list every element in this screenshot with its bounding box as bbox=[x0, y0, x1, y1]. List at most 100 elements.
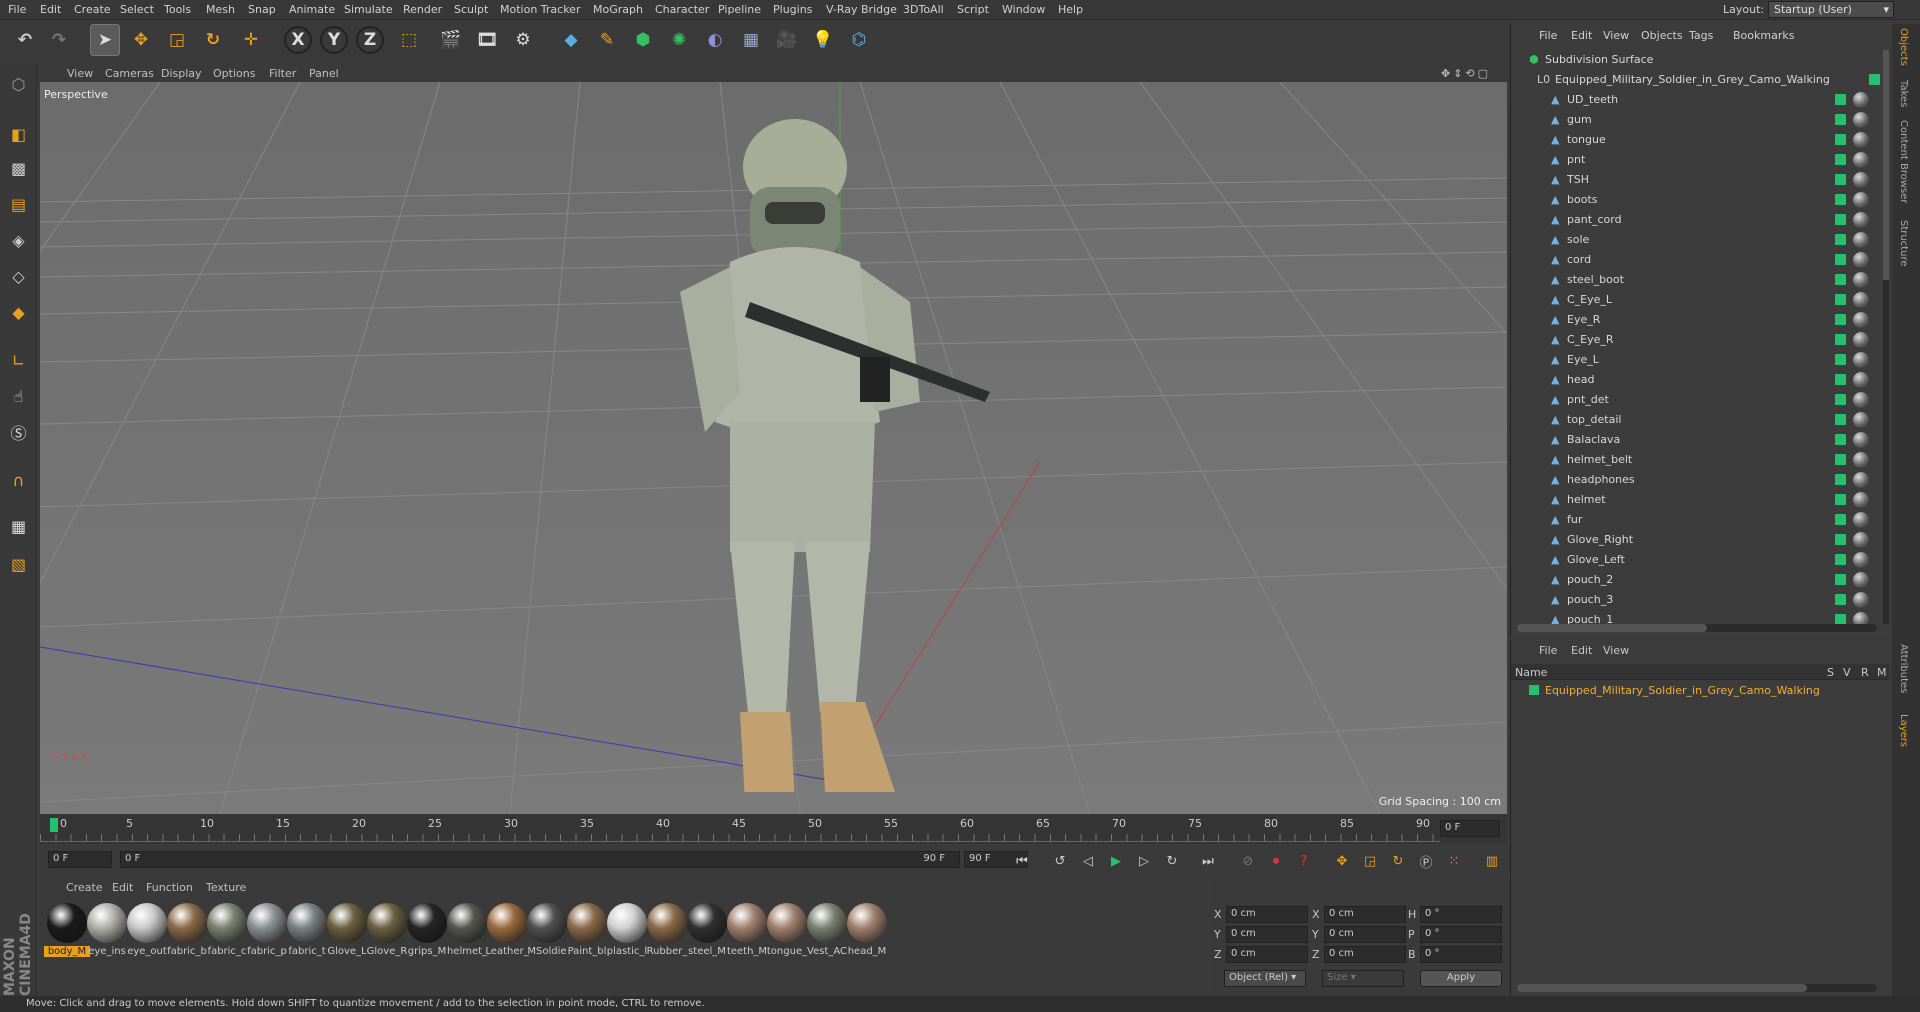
object-row[interactable]: ▲ C_Eye_L bbox=[1511, 290, 1876, 310]
object-row[interactable]: ▲ Glove_Right bbox=[1511, 530, 1876, 550]
object-row[interactable]: ▲ boots bbox=[1511, 190, 1876, 210]
material-menu-function[interactable]: Function bbox=[146, 881, 193, 894]
polygons-mode-icon[interactable]: ◆ bbox=[4, 298, 33, 326]
object-row[interactable]: ▲ pant_cord bbox=[1511, 210, 1876, 230]
points-mode-icon[interactable]: ◈ bbox=[4, 226, 33, 254]
key-param-icon[interactable]: Ⓟ bbox=[1414, 850, 1438, 872]
current-frame-field[interactable]: 0 F bbox=[1440, 820, 1500, 837]
keyframe-selection-icon[interactable]: ? bbox=[1292, 850, 1316, 872]
tab-content-browser[interactable]: Content Browser bbox=[1898, 120, 1909, 203]
obj-menu-tags[interactable]: Tags bbox=[1689, 29, 1713, 42]
material-tag-icon[interactable] bbox=[1853, 492, 1869, 508]
object-row[interactable]: ▲ head bbox=[1511, 370, 1876, 390]
layer-menu-view[interactable]: View bbox=[1603, 644, 1629, 657]
object-row-group[interactable]: L0 Equipped_Military_Soldier_in_Grey_Cam… bbox=[1511, 70, 1880, 90]
x-axis-icon[interactable]: X bbox=[284, 26, 312, 54]
layer-menu-edit[interactable]: Edit bbox=[1571, 644, 1592, 657]
viewport-perspective[interactable]: Perspective Grid Spacing : 100 cm ⊢ Y Z … bbox=[40, 82, 1507, 814]
material-menu-edit[interactable]: Edit bbox=[112, 881, 133, 894]
viewport-menu-filter[interactable]: Filter bbox=[269, 67, 296, 80]
deformer-icon[interactable]: ◐ bbox=[700, 24, 730, 56]
menu-script[interactable]: Script bbox=[957, 3, 989, 16]
snap-icon[interactable]: Ⓢ bbox=[4, 418, 33, 446]
render-picture-icon[interactable]: 🎞 bbox=[472, 24, 502, 56]
camera-icon[interactable]: 🎥 bbox=[772, 24, 802, 56]
menu-edit[interactable]: Edit bbox=[40, 3, 61, 16]
material-tag-icon[interactable] bbox=[1853, 512, 1869, 528]
material-tag-icon[interactable] bbox=[1853, 392, 1869, 408]
axis-mode-icon[interactable]: ∟ bbox=[4, 346, 33, 374]
visibility-dot[interactable] bbox=[1835, 214, 1846, 225]
layer-menu-file[interactable]: File bbox=[1539, 644, 1557, 657]
menu-character[interactable]: Character bbox=[655, 3, 709, 16]
object-row-root[interactable]: ⬢ Subdivision Surface bbox=[1511, 50, 1876, 70]
rot-p-field[interactable]: 0 ° bbox=[1420, 926, 1502, 943]
visibility-dot[interactable] bbox=[1835, 134, 1846, 145]
object-row[interactable]: ▲ Eye_L bbox=[1511, 350, 1876, 370]
object-row[interactable]: ▲ headphones bbox=[1511, 470, 1876, 490]
visibility-dot[interactable] bbox=[1835, 234, 1846, 245]
playhead-marker[interactable] bbox=[50, 818, 58, 832]
viewport-nav-icons[interactable]: ✥⇕⟲▢ bbox=[1441, 67, 1491, 80]
material-tag-icon[interactable] bbox=[1853, 372, 1869, 388]
object-scrollbar-h[interactable] bbox=[1517, 624, 1877, 632]
visibility-dot[interactable] bbox=[1835, 174, 1846, 185]
visibility-dot[interactable] bbox=[1835, 334, 1846, 345]
visibility-dot[interactable] bbox=[1835, 474, 1846, 485]
material-tag-icon[interactable] bbox=[1853, 232, 1869, 248]
visibility-dot[interactable] bbox=[1835, 594, 1846, 605]
render-settings-icon[interactable]: ⚙ bbox=[508, 24, 538, 56]
size-y-field[interactable]: 0 cm bbox=[1324, 926, 1406, 943]
viewport-menu-panel[interactable]: Panel bbox=[309, 67, 339, 80]
edges-mode-icon[interactable]: ◇ bbox=[4, 262, 33, 290]
material-tag-icon[interactable] bbox=[1853, 552, 1869, 568]
material-tag-icon[interactable] bbox=[1853, 92, 1869, 108]
menu-select[interactable]: Select bbox=[120, 3, 154, 16]
menu-simulate[interactable]: Simulate bbox=[344, 3, 393, 16]
object-row[interactable]: ▲ pouch_2 bbox=[1511, 570, 1876, 590]
autokey-icon[interactable]: ⏺ bbox=[1264, 850, 1288, 872]
size-x-field[interactable]: 0 cm bbox=[1324, 906, 1406, 923]
tab-takes[interactable]: Takes bbox=[1898, 80, 1909, 107]
render-view-icon[interactable]: 🎬 bbox=[436, 24, 466, 56]
menu-mograph[interactable]: MoGraph bbox=[593, 3, 643, 16]
visibility-dot[interactable] bbox=[1835, 534, 1846, 545]
object-row[interactable]: ▲ cord bbox=[1511, 250, 1876, 270]
select-icon[interactable]: ➤ bbox=[90, 24, 120, 56]
apply-button[interactable]: Apply bbox=[1420, 970, 1502, 987]
make-editable-icon[interactable]: ⬡ bbox=[4, 70, 33, 98]
material-tag-icon[interactable] bbox=[1853, 272, 1869, 288]
material-menu-create[interactable]: Create bbox=[66, 881, 103, 894]
viewport-menu-display[interactable]: Display bbox=[161, 67, 202, 80]
material-tag-icon[interactable] bbox=[1853, 332, 1869, 348]
object-row[interactable]: ▲ pnt bbox=[1511, 150, 1876, 170]
object-row[interactable]: ▲ fur bbox=[1511, 510, 1876, 530]
visibility-dot[interactable] bbox=[1835, 194, 1846, 205]
object-row[interactable]: ▲ Balaclava bbox=[1511, 430, 1876, 450]
obj-menu-edit[interactable]: Edit bbox=[1571, 29, 1592, 42]
material-tag-icon[interactable] bbox=[1853, 432, 1869, 448]
menu-pipeline[interactable]: Pipeline bbox=[718, 3, 761, 16]
floor-icon[interactable]: ▦ bbox=[736, 24, 766, 56]
viewport-menu-options[interactable]: Options bbox=[213, 67, 255, 80]
material-tag-icon[interactable] bbox=[1853, 292, 1869, 308]
visibility-dot[interactable] bbox=[1835, 394, 1846, 405]
visibility-dot[interactable] bbox=[1835, 434, 1846, 445]
y-axis-icon[interactable]: Y bbox=[320, 26, 348, 54]
prev-frame-icon[interactable]: ◁ bbox=[1076, 850, 1100, 872]
menu-plugins[interactable]: Plugins bbox=[773, 3, 812, 16]
rotate-icon[interactable]: ↻ bbox=[198, 24, 228, 56]
object-row[interactable]: ▲ pouch_3 bbox=[1511, 590, 1876, 610]
cloner-icon[interactable]: ✺ bbox=[664, 24, 694, 56]
timeline-ruler[interactable]: 0 5 10 15 20 25 30 35 40 45 50 55 60 65 … bbox=[40, 814, 1507, 844]
menu-sculpt[interactable]: Sculpt bbox=[454, 3, 488, 16]
viewport-menu-cameras[interactable]: Cameras bbox=[105, 67, 154, 80]
cube-icon[interactable]: ◆ bbox=[556, 24, 586, 56]
visibility-dot[interactable] bbox=[1835, 154, 1846, 165]
material-tag-icon[interactable] bbox=[1853, 592, 1869, 608]
menu-snap[interactable]: Snap bbox=[248, 3, 276, 16]
menu-vray-bridge[interactable]: V-Ray Bridge bbox=[826, 3, 897, 16]
material-tag-icon[interactable] bbox=[1853, 212, 1869, 228]
layer-scrollbar-h[interactable] bbox=[1517, 984, 1877, 992]
visibility-dot[interactable] bbox=[1835, 414, 1846, 425]
